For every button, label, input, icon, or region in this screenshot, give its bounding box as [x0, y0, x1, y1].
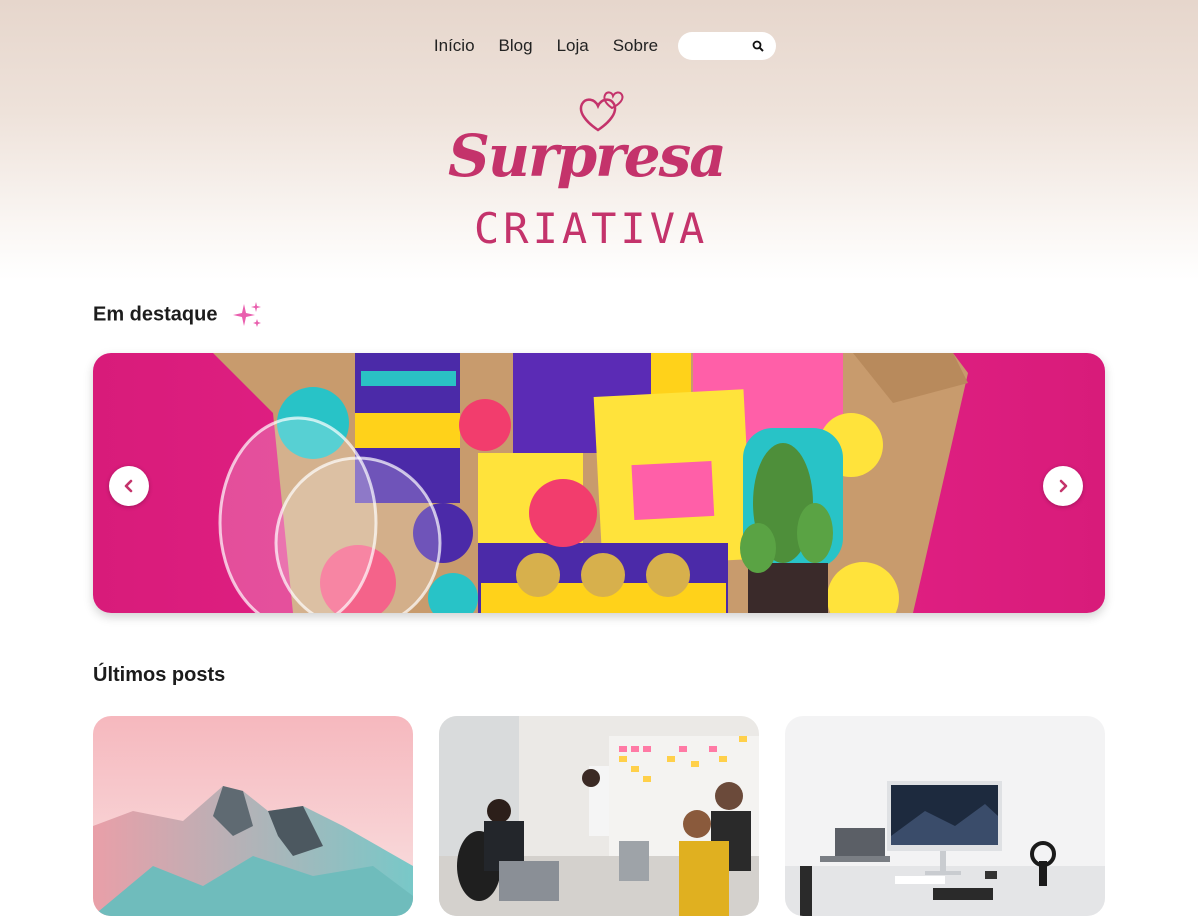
logo-line-1: Surpresa — [448, 122, 727, 190]
carousel-prev-button[interactable] — [109, 466, 149, 506]
search-input[interactable] — [692, 38, 753, 54]
nav-link-inicio[interactable]: Início — [434, 36, 475, 56]
post-card-1[interactable] — [93, 716, 413, 916]
sparkle-icon — [233, 302, 262, 327]
office-meeting-photo — [439, 716, 759, 916]
featured-section-title: Em destaque — [93, 300, 263, 330]
nav-link-sobre[interactable]: Sobre — [613, 36, 658, 56]
nav-link-blog[interactable]: Blog — [499, 36, 533, 56]
search-box[interactable] — [678, 32, 777, 60]
featured-title-text: Em destaque — [93, 303, 218, 326]
chevron-right-icon — [1059, 479, 1068, 493]
logo-line-2: CRIATIVA — [474, 204, 709, 253]
post-card-2[interactable] — [439, 716, 759, 916]
top-nav: Início Blog Loja Sobre — [0, 30, 1198, 62]
site-logo[interactable]: Surpresa CRIATIVA — [440, 86, 760, 256]
posts-section-title: Últimos posts — [93, 664, 226, 686]
nav-link-loja[interactable]: Loja — [557, 36, 589, 56]
search-icon[interactable] — [752, 40, 764, 52]
post-card-3[interactable] — [785, 716, 1105, 916]
desk-computer-photo — [785, 716, 1105, 916]
carousel-next-button[interactable] — [1043, 466, 1083, 506]
carousel-slide-image — [213, 353, 968, 613]
featured-carousel[interactable] — [93, 353, 1105, 613]
chevron-left-icon — [124, 479, 133, 493]
mountain-photo — [93, 716, 413, 916]
